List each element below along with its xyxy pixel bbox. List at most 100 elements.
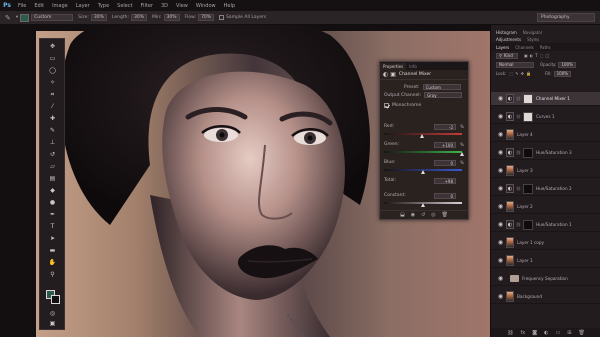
background-color-swatch[interactable]	[51, 295, 60, 304]
slider-track[interactable]	[384, 151, 462, 153]
preset-select[interactable]: Custom	[31, 14, 74, 21]
eye-icon[interactable]: ◉	[497, 203, 504, 210]
link-layers-icon[interactable]: ⛓	[507, 330, 513, 336]
reset-icon[interactable]: ↺	[421, 212, 425, 218]
chain-link-icon[interactable]: ⛓	[516, 114, 521, 119]
tab-styles[interactable]: Styles	[527, 37, 539, 42]
crop-tool-icon[interactable]: ⌗	[48, 90, 57, 99]
menu-3d[interactable]: 3D	[157, 3, 172, 9]
eyedropper-tool-icon[interactable]: ⁄	[48, 102, 57, 111]
quick-mask-icon[interactable]: ◎	[48, 309, 57, 318]
monochrome-checkbox[interactable]	[384, 102, 389, 108]
brush-size-picker[interactable]: ▾	[16, 15, 18, 20]
visibility-icon[interactable]: ◎	[431, 212, 435, 218]
clone-stamp-tool-icon[interactable]: ⊥	[48, 138, 57, 147]
zoom-tool-icon[interactable]: ⚲	[48, 270, 57, 279]
layer-row[interactable]: ◉ Background	[491, 290, 600, 304]
new-group-icon[interactable]: ▭	[556, 330, 561, 336]
healing-tool-icon[interactable]: ✚	[48, 114, 57, 123]
eye-icon[interactable]: ◉	[497, 131, 504, 138]
menu-image[interactable]: Image	[48, 3, 72, 9]
fill-field[interactable]: 100%	[553, 70, 572, 77]
tab-info[interactable]: Info	[406, 63, 420, 70]
menu-edit[interactable]: Edit	[30, 3, 48, 9]
menu-view[interactable]: View	[172, 3, 192, 9]
layer-row[interactable]: ◉ ◐ ⛓ Channel Mixer 1	[491, 92, 600, 106]
eye-icon[interactable]: ◉	[497, 257, 504, 264]
preset-dropdown[interactable]: Custom	[422, 84, 461, 90]
tab-navigator[interactable]: Navigator	[523, 30, 543, 35]
size-field[interactable]: 30%	[90, 14, 107, 21]
slider-thumb[interactable]	[460, 152, 464, 156]
dodge-tool-icon[interactable]: ●	[48, 198, 57, 207]
chain-link-icon[interactable]: ⛓	[516, 96, 521, 101]
shape-tool-icon[interactable]: ▬	[48, 246, 57, 255]
lasso-tool-icon[interactable]: ◯	[48, 66, 57, 75]
slider-thumb[interactable]	[421, 203, 425, 207]
eye-icon[interactable]: ◉	[497, 167, 504, 174]
tab-channels[interactable]: Channels	[515, 45, 534, 50]
trash-icon[interactable]: 🗑	[442, 212, 448, 218]
output-channel-dropdown[interactable]: Gray	[424, 92, 463, 98]
eye-icon[interactable]: ◉	[497, 113, 504, 120]
marquee-tool-icon[interactable]: ▭	[48, 54, 57, 63]
new-layer-icon[interactable]: ⊞	[567, 330, 571, 336]
view-previous-icon[interactable]: ◉	[411, 212, 415, 218]
chain-link-icon[interactable]: ⛓	[516, 222, 521, 227]
min-field[interactable]: 30%	[163, 14, 180, 21]
path-select-tool-icon[interactable]: ➤	[48, 234, 57, 243]
eye-icon[interactable]: ◉	[497, 185, 504, 192]
eye-icon[interactable]: ◉	[497, 95, 504, 102]
chain-link-icon[interactable]: ⛓	[516, 186, 521, 191]
history-brush-tool-icon[interactable]: ↺	[48, 150, 57, 159]
mask-icon[interactable]: ▣	[390, 71, 396, 78]
menu-type[interactable]: Type	[94, 3, 113, 9]
layer-row[interactable]: ◉ ◐ ⛓ Hue/Saturation 2	[491, 182, 600, 196]
layer-row[interactable]: ◉ ◐ ⛓ Curves 1	[491, 110, 600, 124]
layer-row[interactable]: ◉ Frequency Separation	[491, 272, 600, 286]
eye-icon[interactable]: ◉	[497, 149, 504, 156]
quick-select-tool-icon[interactable]: ✧	[48, 78, 57, 87]
brush-tool-icon[interactable]: ✎	[48, 126, 57, 135]
layer-mask-thumbnail[interactable]	[523, 147, 533, 158]
tab-paths[interactable]: Paths	[540, 45, 551, 50]
tab-histogram[interactable]: Histogram	[496, 30, 517, 35]
layer-row[interactable]: ◉ Layer 2	[491, 200, 600, 214]
delete-layer-icon[interactable]: 🗑	[578, 330, 584, 336]
layer-row[interactable]: ◉ Layer 4	[491, 128, 600, 142]
layer-row[interactable]: ◉ Layer 3	[491, 164, 600, 178]
layer-row[interactable]: ◉ ◐ ⛓ Hue/Saturation 3	[491, 146, 600, 160]
tab-properties[interactable]: Properties	[380, 63, 407, 70]
move-tool-icon[interactable]: ✥	[48, 42, 57, 51]
length-field[interactable]: 30%	[130, 14, 147, 21]
workspace-select[interactable]: Photography	[537, 13, 595, 22]
pen-tool-icon[interactable]: ✒	[48, 210, 57, 219]
slider-value-field[interactable]: 0	[434, 193, 456, 199]
menu-select[interactable]: Select	[113, 3, 136, 9]
layer-mask-thumbnail[interactable]	[523, 183, 533, 194]
brush-tool-icon[interactable]: ✎	[5, 14, 11, 22]
menu-help[interactable]: Help	[220, 3, 239, 9]
layer-mask-thumbnail[interactable]	[523, 93, 533, 104]
slider-thumb[interactable]	[421, 170, 425, 174]
menu-window[interactable]: Window	[192, 3, 220, 9]
slider-value-field[interactable]: +98	[434, 178, 456, 184]
document-canvas[interactable]: ✥ ▭ ◯ ✧ ⌗ ⁄ ✚ ✎ ⊥ ↺ ▱ ▤ ◆ ● ✒ T ➤ ▬ ✋ ⚲ …	[0, 25, 490, 337]
menu-layer[interactable]: Layer	[72, 3, 94, 9]
type-tool-icon[interactable]: T	[48, 222, 57, 231]
eye-icon[interactable]: ◉	[497, 293, 504, 300]
slider-value-field[interactable]: 0	[434, 160, 456, 166]
foreground-color-swatch[interactable]	[20, 13, 30, 22]
menu-file[interactable]: File	[14, 3, 30, 9]
tab-layers[interactable]: Layers	[496, 45, 509, 50]
blur-tool-icon[interactable]: ◆	[48, 186, 57, 195]
layer-row[interactable]: ◉ Layer 1 copy	[491, 236, 600, 250]
eye-icon[interactable]: ◉	[497, 221, 504, 228]
layer-kind-filter[interactable]: ⚲ Kind	[496, 52, 518, 59]
flow-field[interactable]: 70%	[198, 14, 215, 21]
gradient-tool-icon[interactable]: ▤	[48, 174, 57, 183]
layer-row[interactable]: ◉ Layer 1	[491, 254, 600, 268]
slider-value-field[interactable]: +100	[434, 142, 456, 148]
blend-mode-select[interactable]: Normal	[496, 61, 534, 68]
eraser-tool-icon[interactable]: ▱	[48, 162, 57, 171]
